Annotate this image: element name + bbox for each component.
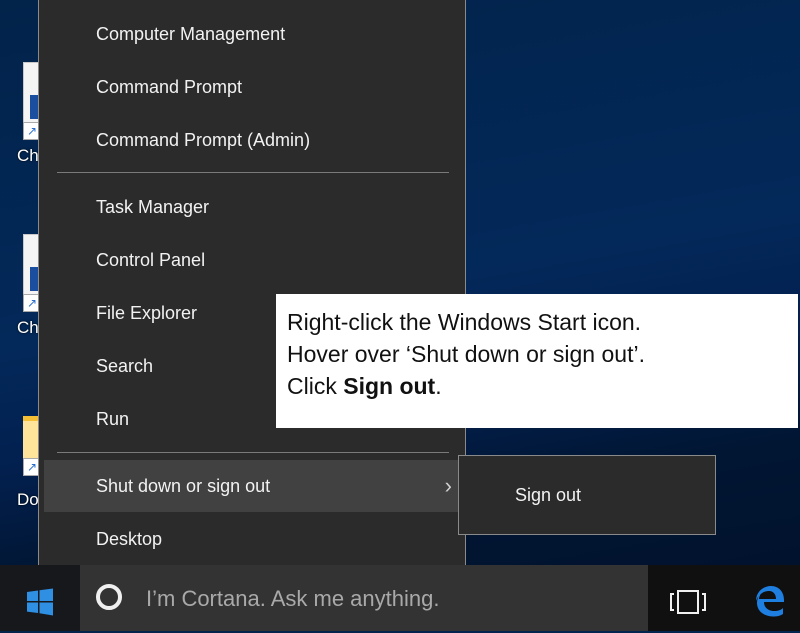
callout-text: .	[435, 373, 441, 399]
callout-line-2: Hover over ‘Shut down or sign out’.	[287, 338, 798, 370]
menu-item-desktop[interactable]: Desktop	[44, 513, 464, 565]
menu-item-control-panel[interactable]: Control Panel	[44, 234, 464, 286]
instruction-callout: Right-click the Windows Start icon. Hove…	[276, 294, 798, 428]
start-context-menu: Computer Management Command Prompt Comma…	[38, 0, 466, 578]
desktop-icon-label: Ch	[17, 318, 39, 338]
search-placeholder: I’m Cortana. Ask me anything.	[146, 565, 439, 633]
start-button[interactable]	[0, 565, 80, 631]
callout-text: Click	[287, 373, 343, 399]
shutdown-submenu: Sign out	[458, 455, 716, 535]
menu-item-command-prompt-admin[interactable]: Command Prompt (Admin)	[44, 114, 464, 166]
chevron-right-icon: ›	[445, 460, 452, 512]
desktop-icon-label: Ch	[17, 146, 39, 166]
taskbar: I’m Cortana. Ask me anything.	[0, 565, 800, 631]
task-view-icon[interactable]	[670, 589, 706, 615]
edge-icon[interactable]	[752, 583, 786, 617]
cortana-search-box[interactable]: I’m Cortana. Ask me anything.	[80, 565, 648, 631]
menu-item-shut-down-or-sign-out[interactable]: Shut down or sign out ›	[44, 460, 464, 512]
windows-logo-icon	[26, 588, 54, 616]
menu-separator	[57, 452, 449, 453]
submenu-item-sign-out[interactable]: Sign out	[459, 456, 715, 534]
callout-line-1: Right-click the Windows Start icon.	[287, 306, 798, 338]
menu-item-command-prompt[interactable]: Command Prompt	[44, 61, 464, 113]
menu-item-label: Shut down or sign out	[96, 476, 270, 496]
desktop-icon-label: Do	[17, 490, 39, 510]
menu-item-computer-management[interactable]: Computer Management	[44, 8, 464, 60]
cortana-icon	[96, 584, 122, 610]
callout-line-3: Click Sign out.	[287, 370, 798, 402]
menu-separator	[57, 172, 449, 173]
menu-item-task-manager[interactable]: Task Manager	[44, 181, 464, 233]
callout-bold-text: Sign out	[343, 373, 435, 399]
